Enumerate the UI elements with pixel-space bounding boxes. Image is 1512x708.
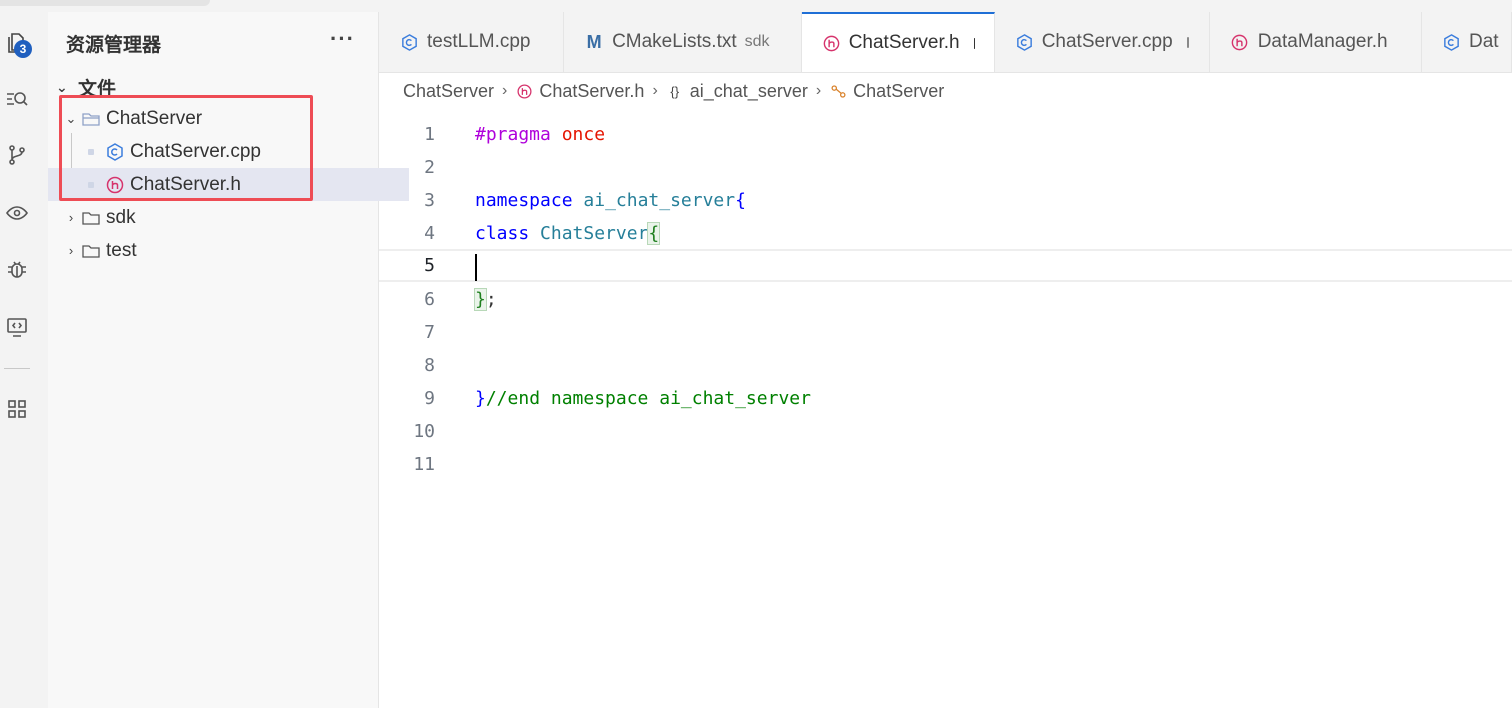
- code-text: }//end namespace ai_chat_server: [475, 388, 811, 409]
- tab-label: DataManager.h: [1257, 31, 1388, 52]
- once-keyword: once: [561, 124, 606, 145]
- code-line-current[interactable]: 5: [379, 249, 1512, 282]
- chevron-right-icon: ›: [815, 82, 822, 99]
- debug-bug-icon[interactable]: [0, 252, 34, 286]
- line-number: 9: [424, 388, 435, 409]
- activity-bar: 3: [0, 12, 48, 708]
- tab-testllm-cpp[interactable]: testLLM.cpp: [379, 12, 565, 72]
- tab-cmakelists[interactable]: M CMakeLists.txt sdk: [564, 12, 802, 72]
- code-text: #pragma once: [475, 124, 605, 145]
- line-number: 10: [413, 421, 435, 442]
- line-number: 5: [424, 255, 435, 276]
- remote-explorer-icon[interactable]: [0, 310, 34, 344]
- code-line[interactable]: 6 };: [379, 283, 1512, 316]
- line-number: 2: [424, 157, 435, 178]
- tab-chatserver-cpp[interactable]: ChatServer.cpp: [995, 12, 1210, 72]
- text-cursor: [475, 254, 477, 281]
- code-editor[interactable]: 1 #pragma once 2 3 namespace ai_chat_ser…: [379, 116, 1512, 708]
- code-line[interactable]: 7: [379, 316, 1512, 349]
- folder-icon: [80, 240, 102, 262]
- tab-datamanager-h[interactable]: DataManager.h: [1210, 12, 1422, 72]
- window-top-strip: [0, 0, 1512, 12]
- pragma-keyword: #pragma: [475, 124, 551, 145]
- class-symbol-icon: [829, 82, 847, 100]
- line-number: 3: [424, 190, 435, 211]
- chevron-right-icon: ›: [68, 210, 74, 225]
- search-icon[interactable]: [0, 82, 34, 116]
- tab-label: ChatServer.h: [848, 32, 960, 53]
- code-line[interactable]: 10: [379, 415, 1512, 448]
- explorer-badge: 3: [14, 40, 32, 58]
- activity-separator: [4, 368, 30, 369]
- editor-tab-bar: testLLM.cpp M CMakeLists.txt sdk ChatSer…: [379, 12, 1512, 73]
- tree-item-label: sdk: [106, 206, 136, 228]
- open-brace: {: [735, 190, 746, 211]
- class-keyword: class: [475, 223, 530, 244]
- tree-item-sdk-folder[interactable]: › sdk: [48, 201, 385, 234]
- tab-label: CMakeLists.txt: [612, 31, 737, 52]
- h-file-icon: [822, 33, 841, 53]
- namespace-keyword: namespace: [475, 190, 573, 211]
- line-number: 4: [424, 223, 435, 244]
- preview-eye-icon[interactable]: [0, 196, 34, 230]
- chevron-right-icon: ›: [502, 82, 508, 99]
- line-number: 8: [424, 355, 435, 376]
- line-number: 1: [424, 124, 435, 145]
- highlight-annotation-box: [59, 95, 313, 201]
- code-line[interactable]: 3 namespace ai_chat_server{: [379, 184, 1512, 217]
- cpp-file-icon: [399, 32, 419, 52]
- code-line[interactable]: 8: [379, 349, 1512, 382]
- cmake-m-icon: M: [586, 31, 602, 52]
- folder-icon: [80, 207, 102, 229]
- chevron-right-icon: ›: [652, 82, 658, 99]
- breadcrumb-symbol[interactable]: ChatServer: [853, 81, 944, 102]
- open-brace-matched: {: [647, 222, 661, 245]
- chevron-down-icon: ⌄: [56, 79, 68, 95]
- line-number: 6: [424, 289, 435, 310]
- code-line[interactable]: 4 class ChatServer{: [379, 217, 1512, 250]
- tree-item-label: test: [106, 239, 137, 261]
- tree-item-test-folder[interactable]: › test: [48, 234, 385, 267]
- source-control-icon[interactable]: [0, 138, 34, 172]
- code-line[interactable]: 2: [379, 151, 1512, 184]
- code-text: namespace ai_chat_server{: [475, 190, 746, 211]
- breadcrumb-namespace[interactable]: ai_chat_server: [690, 81, 808, 102]
- more-actions-icon[interactable]: ···: [330, 26, 355, 52]
- tab-description: sdk: [744, 33, 770, 50]
- line-number: 7: [424, 322, 435, 343]
- extensions-icon[interactable]: [0, 392, 34, 426]
- cpp-file-icon: [1442, 32, 1461, 52]
- chevron-right-icon: ›: [68, 243, 74, 258]
- h-file-icon: [515, 82, 533, 100]
- unsaved-dot-icon[interactable]: [1186, 36, 1189, 48]
- code-line[interactable]: 9 }//end namespace ai_chat_server: [379, 382, 1512, 415]
- breadcrumb-folder[interactable]: ChatServer: [403, 81, 494, 102]
- breadcrumb-file[interactable]: ChatServer.h: [539, 81, 644, 102]
- namespace-name: ai_chat_server: [583, 190, 736, 211]
- code-line[interactable]: 1 #pragma once: [379, 118, 1512, 151]
- namespace-braces-icon: {}: [670, 83, 680, 99]
- tab-label: Dat: [1469, 31, 1499, 52]
- cpp-file-icon: [1015, 32, 1034, 52]
- explorer-title: 资源管理器: [66, 35, 162, 56]
- code-text: class ChatServer{: [475, 222, 661, 245]
- line-number: 11: [413, 454, 435, 475]
- code-text: };: [474, 288, 497, 311]
- window-top-pill: [0, 0, 210, 6]
- close-brace-matched: }: [474, 288, 487, 311]
- breadcrumb: ChatServer › ChatServer.h › {} ai_chat_s…: [403, 78, 944, 104]
- tab-label: ChatServer.cpp: [1041, 31, 1173, 52]
- h-file-icon: [1230, 32, 1250, 52]
- code-comment: //end namespace ai_chat_server: [485, 388, 811, 409]
- semicolon: ;: [485, 289, 497, 310]
- tab-chatserver-h[interactable]: ChatServer.h: [801, 12, 995, 72]
- tab-label: testLLM.cpp: [427, 31, 531, 52]
- close-brace: }: [475, 388, 486, 409]
- class-name: ChatServer: [540, 223, 649, 244]
- code-line[interactable]: 11: [379, 448, 1512, 481]
- tab-dat-truncated[interactable]: Dat: [1422, 12, 1512, 72]
